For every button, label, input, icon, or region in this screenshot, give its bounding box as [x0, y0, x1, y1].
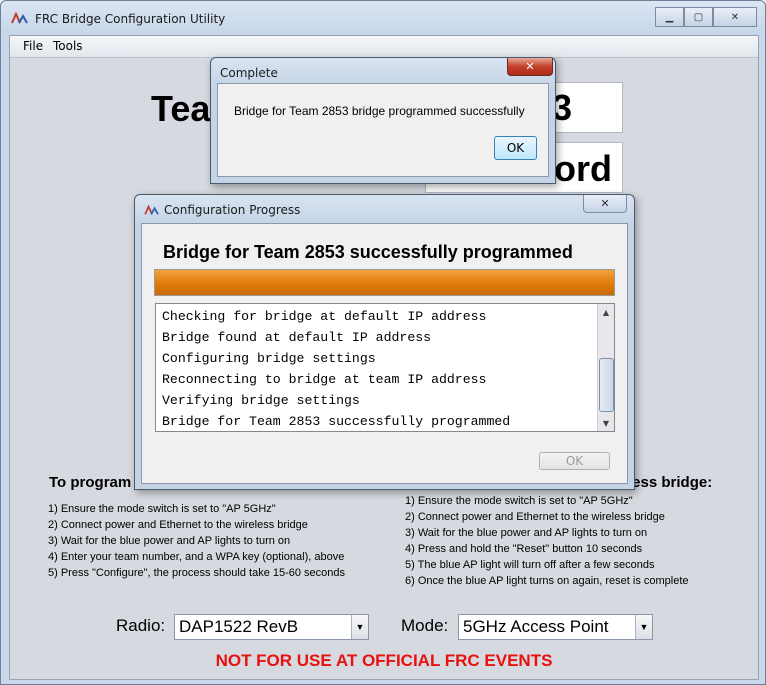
scrollbar-thumb[interactable]	[599, 358, 614, 412]
mode-select[interactable]: 5GHz Access Point ▼	[458, 614, 653, 640]
list-item: 2) Connect power and Ethernet to the wir…	[48, 519, 308, 531]
log-line: Bridge for Team 2853 successfully progra…	[162, 414, 511, 429]
program-heading: To program	[49, 474, 132, 491]
log-list[interactable]: Checking for bridge at default IP addres…	[155, 303, 615, 432]
complete-dialog: Complete ✕ Bridge for Team 2853 bridge p…	[210, 57, 556, 184]
progress-dialog-body: Bridge for Team 2853 successfully progra…	[141, 223, 628, 484]
list-item: 5) The blue AP light will turn off after…	[405, 559, 655, 571]
list-item: 5) Press "Configure", the process should…	[48, 567, 346, 579]
radio-select[interactable]: DAP1522 RevB ▼	[174, 614, 369, 640]
menu-file[interactable]: File	[23, 39, 43, 53]
log-line: Bridge found at default IP address	[162, 330, 432, 345]
progress-dialog-title: Configuration Progress	[164, 203, 301, 217]
log-scrollbar[interactable]: ▲ ▼	[597, 304, 614, 431]
mode-select-value: 5GHz Access Point	[463, 617, 609, 636]
frc-logo-icon	[144, 204, 159, 215]
list-item: 4) Enter your team number, and a WPA key…	[48, 551, 345, 563]
warning-text: NOT FOR USE AT OFFICIAL FRC EVENTS	[215, 651, 553, 670]
list-item: 1) Ensure the mode switch is set to "AP …	[405, 495, 633, 507]
close-icon[interactable]: ✕	[507, 58, 553, 76]
minimize-icon[interactable]: ▁	[655, 7, 684, 27]
radio-label: Radio:	[116, 616, 166, 635]
menu-bar: File Tools	[10, 36, 758, 58]
window-title: FRC Bridge Configuration Utility	[35, 12, 226, 26]
complete-ok-button[interactable]: OK	[494, 136, 537, 160]
scroll-down-icon[interactable]: ▼	[598, 415, 614, 431]
progress-ok-button[interactable]: OK	[539, 452, 610, 470]
mode-label: Mode:	[401, 616, 449, 635]
list-item: 3) Wait for the blue power and AP lights…	[405, 527, 648, 539]
close-icon[interactable]: ✕	[713, 7, 757, 27]
log-line: Verifying bridge settings	[162, 393, 360, 408]
complete-message: Bridge for Team 2853 bridge programmed s…	[234, 104, 525, 118]
list-item: 1) Ensure the mode switch is set to "AP …	[48, 503, 276, 515]
progress-bar	[154, 269, 615, 296]
title-bar[interactable]: FRC Bridge Configuration Utility ▁ ▢ ✕	[1, 1, 765, 35]
scroll-up-icon[interactable]: ▲	[598, 304, 614, 320]
chevron-down-icon[interactable]: ▼	[351, 615, 368, 639]
radio-select-value: DAP1522 RevB	[179, 617, 299, 636]
progress-dialog: Configuration Progress ✕ Bridge for Team…	[134, 194, 635, 490]
close-icon[interactable]: ✕	[583, 195, 627, 213]
program-steps: 1) Ensure the mode switch is set to "AP …	[48, 501, 345, 581]
maximize-icon[interactable]: ▢	[684, 7, 713, 27]
team-number-label: Tea	[151, 88, 211, 129]
list-item: 3) Wait for the blue power and AP lights…	[48, 535, 291, 547]
list-item: 2) Connect power and Ethernet to the wir…	[405, 511, 665, 523]
reset-steps: 1) Ensure the mode switch is set to "AP …	[405, 493, 689, 589]
log-line: Reconnecting to bridge at team IP addres…	[162, 372, 487, 387]
list-item: 4) Press and hold the "Reset" button 10 …	[405, 543, 643, 555]
progress-heading: Bridge for Team 2853 successfully progra…	[163, 242, 573, 262]
log-line: Checking for bridge at default IP addres…	[162, 309, 487, 324]
reset-heading: less bridge:	[628, 474, 713, 491]
chevron-down-icon[interactable]: ▼	[635, 615, 652, 639]
list-item: 6) Once the blue AP light turns on again…	[405, 575, 689, 587]
frc-logo-icon	[11, 11, 28, 24]
log-line: Configuring bridge settings	[162, 351, 376, 366]
complete-dialog-title: Complete	[220, 66, 278, 80]
password-label: ord	[554, 148, 612, 189]
menu-tools[interactable]: Tools	[53, 39, 83, 53]
complete-dialog-body: Bridge for Team 2853 bridge programmed s…	[217, 83, 549, 177]
